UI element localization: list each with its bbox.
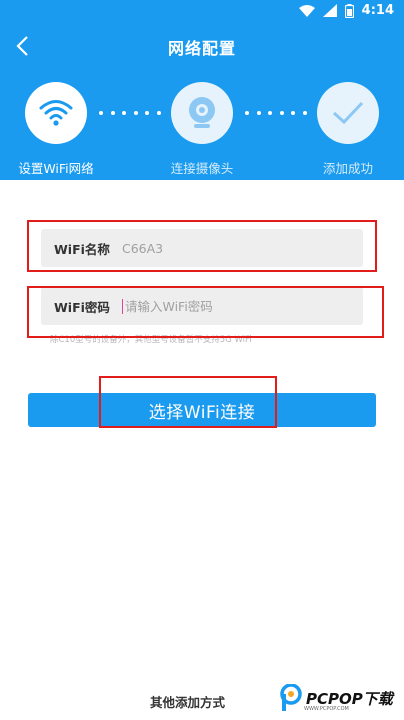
wifi-icon <box>39 100 73 126</box>
step-3-circle <box>317 82 379 144</box>
annotation-box-select-wifi <box>99 376 277 428</box>
step-3-label: 添加成功 <box>322 161 373 176</box>
step-2-circle <box>171 82 233 144</box>
step-2-label: 连接摄像头 <box>170 161 234 176</box>
page-title: 网络配置 <box>167 39 236 58</box>
header: 网络配置 设置WiFi网络 连接摄像头 添加成功 <box>0 24 404 180</box>
check-icon <box>332 101 364 125</box>
signal-icon <box>322 4 337 17</box>
step-1-circle <box>25 82 87 144</box>
watermark-sub: WWW.PCPOP.COM <box>304 706 349 712</box>
other-add-methods-link[interactable]: 其他添加方式 <box>150 692 225 711</box>
step-connector-2 <box>245 111 307 115</box>
annotation-box-wifi-password <box>27 286 384 338</box>
status-time: 4:14 <box>361 3 394 18</box>
status-icons: 4:14 <box>298 3 394 18</box>
pcpop-logo-icon <box>280 684 302 711</box>
step-1-label: 设置WiFi网络 <box>18 161 94 176</box>
annotation-box-wifi-name <box>27 220 377 272</box>
watermark: PCPOP下载 WWW.PCPOP.COM <box>280 684 393 712</box>
step-connector-1 <box>99 111 161 115</box>
battery-icon <box>344 3 354 18</box>
wifi-icon <box>298 4 315 17</box>
camera-icon <box>189 97 215 128</box>
status-bar: 4:14 <box>0 0 404 24</box>
